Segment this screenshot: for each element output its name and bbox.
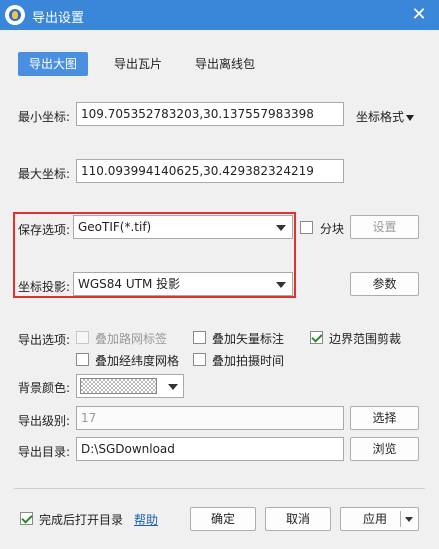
overlay-latlon-grid-label: 叠加经纬度网格 — [95, 354, 180, 368]
footer-divider — [14, 488, 425, 489]
projection-value: WGS84 UTM 投影 — [78, 277, 181, 291]
tab-export-tiles[interactable]: 导出瓦片 — [103, 52, 173, 76]
ok-button[interactable]: 确定 — [190, 507, 256, 531]
title-bar: 导出设置 ✕ — [0, 0, 439, 30]
coord-format-label: 坐标格式 — [356, 110, 405, 124]
overlay-road-labels-checkbox[interactable] — [76, 331, 89, 344]
export-directory-input[interactable]: D:\SGDownload — [76, 437, 344, 461]
overlay-vector-labels-checkbox[interactable] — [193, 331, 206, 344]
open-dir-after-label: 完成后打开目录 — [39, 513, 124, 527]
apply-split-separator — [400, 511, 401, 527]
projection-label: 坐标投影: — [18, 280, 71, 294]
save-option-value: GeoTIF(*.tif) — [78, 220, 152, 234]
split-label: 分块 — [320, 222, 345, 236]
cancel-button[interactable]: 取消 — [265, 507, 331, 531]
overlay-road-labels-label: 叠加路网标签 — [95, 332, 168, 346]
app-logo-icon — [5, 5, 25, 25]
transparent-swatch — [80, 378, 157, 394]
export-directory-label: 导出目录: — [18, 445, 71, 459]
browse-button[interactable]: 浏览 — [350, 437, 419, 461]
overlay-capture-time-checkbox[interactable] — [193, 353, 206, 366]
overlay-capture-time-label: 叠加拍摄时间 — [212, 354, 285, 368]
chevron-down-icon — [276, 282, 286, 288]
export-options-label: 导出选项: — [18, 333, 71, 347]
export-level-label: 导出级别: — [18, 414, 71, 428]
max-coord-label: 最大坐标: — [18, 167, 71, 181]
projection-select[interactable]: WGS84 UTM 投影 — [73, 272, 293, 296]
tab-export-large-image[interactable]: 导出大图 — [18, 52, 88, 76]
apply-dropdown-icon[interactable] — [405, 517, 413, 522]
split-checkbox[interactable] — [300, 221, 313, 234]
export-level-input[interactable]: 17 — [76, 406, 344, 430]
caret-down-icon — [406, 114, 415, 121]
save-option-select[interactable]: GeoTIF(*.tif) — [73, 215, 293, 239]
close-button[interactable]: ✕ — [407, 3, 431, 27]
open-dir-after-checkbox[interactable] — [20, 512, 33, 525]
settings-button[interactable]: 设置 — [350, 215, 419, 239]
select-level-button[interactable]: 选择 — [350, 406, 419, 430]
window-title: 导出设置 — [32, 11, 85, 26]
chevron-down-icon — [276, 225, 286, 231]
params-button[interactable]: 参数 — [350, 272, 419, 296]
chevron-down-icon — [168, 384, 178, 390]
min-coord-input[interactable]: 109.705352783203,30.137557983398 — [76, 102, 344, 126]
coord-format-dropdown[interactable]: 坐标格式 — [356, 108, 415, 125]
boundary-clip-label: 边界范围剪裁 — [329, 332, 402, 346]
overlay-vector-labels-label: 叠加矢量标注 — [212, 332, 285, 346]
apply-button-label: 应用 — [363, 512, 388, 526]
max-coord-input[interactable]: 110.093994140625,30.429382324219 — [76, 159, 344, 183]
help-link[interactable]: 帮助 — [134, 511, 158, 528]
min-coord-label: 最小坐标: — [18, 110, 71, 124]
overlay-latlon-grid-checkbox[interactable] — [76, 353, 89, 366]
save-option-label: 保存选项: — [18, 223, 71, 237]
boundary-clip-checkbox[interactable] — [310, 331, 323, 344]
tab-export-offline-package[interactable]: 导出离线包 — [185, 52, 265, 76]
background-color-label: 背景颜色: — [18, 381, 71, 395]
